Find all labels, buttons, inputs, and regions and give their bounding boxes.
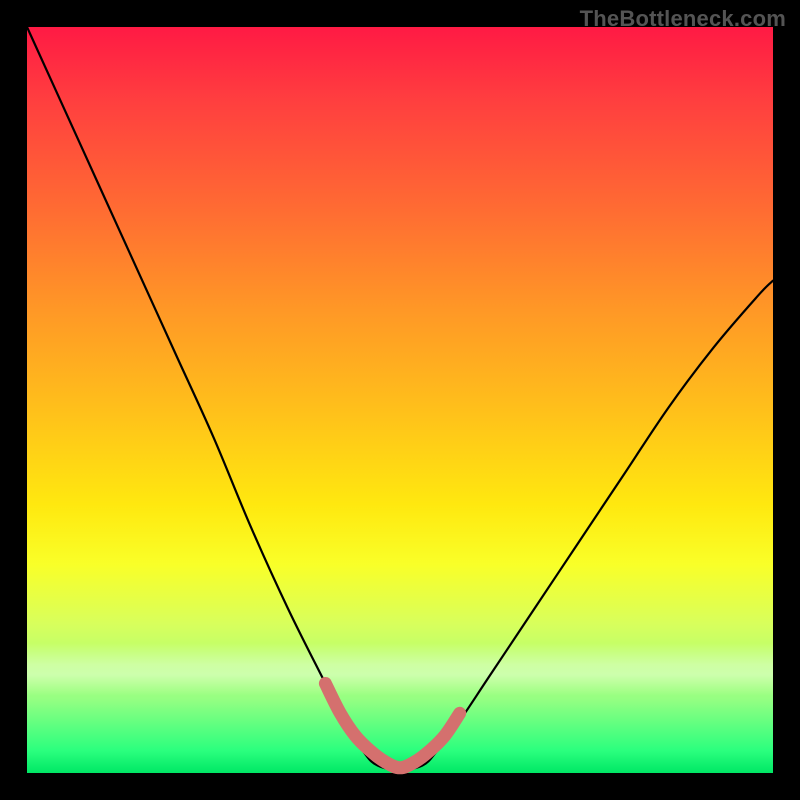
curves-svg: [27, 27, 773, 773]
watermark-text: TheBottleneck.com: [580, 6, 786, 32]
plot-area: [27, 27, 773, 773]
chart-frame: TheBottleneck.com: [0, 0, 800, 800]
bottleneck-curve: [27, 27, 773, 769]
minimum-highlight: [325, 683, 459, 767]
